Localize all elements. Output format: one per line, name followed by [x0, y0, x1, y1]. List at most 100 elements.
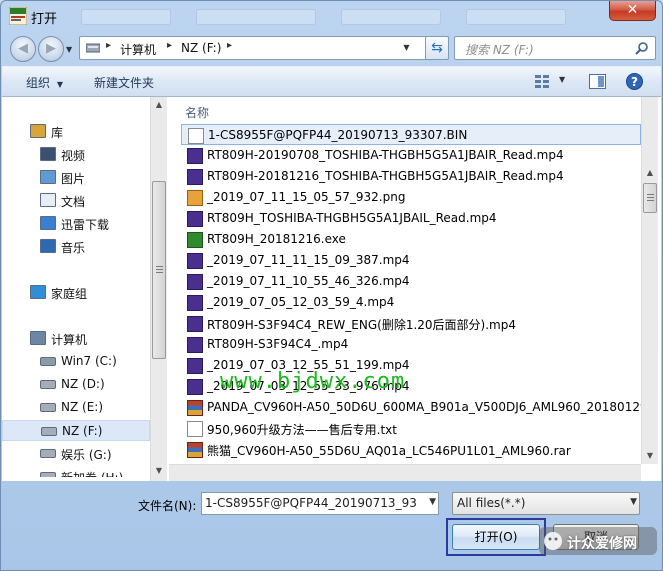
mp4-file-icon — [187, 316, 203, 332]
bin-file-icon — [188, 128, 204, 144]
help-icon[interactable]: ? — [626, 73, 643, 90]
nav-item-label: 迅雷下载 — [61, 218, 110, 232]
nav-item-12[interactable]: 娱乐 (G:) — [2, 443, 150, 464]
nav-item-label: 新加卷 (H:) — [61, 469, 123, 477]
nav-item-9[interactable]: NZ (D:) — [2, 374, 150, 395]
new-folder-button[interactable]: 新建文件夹 — [94, 74, 154, 91]
nav-item-11[interactable]: NZ (F:) — [2, 420, 150, 441]
column-header-name[interactable]: 名称 — [185, 104, 209, 121]
nav-item-10[interactable]: NZ (E:) — [2, 397, 150, 418]
nav-item-label: 娱乐 (G:) — [61, 448, 112, 462]
search-placeholder: 搜索 NZ (F:) — [465, 43, 534, 57]
file-name: 熊猫_CV960H-A50_55D6U_AQ01a_LC546PU1L01_AM… — [207, 444, 571, 458]
file-row[interactable]: RT809H_20181216.exe — [181, 229, 641, 250]
file-row[interactable]: RT809H-S3F94C4_.mp4 — [181, 334, 641, 355]
rar-file-icon — [187, 442, 203, 458]
mp4-file-icon — [187, 169, 203, 185]
file-row[interactable]: RT809H-20181216_TOSHIBA-THGBH5G5A1JBAIR_… — [181, 166, 641, 187]
nav-item-label: 音乐 — [61, 241, 86, 255]
breadcrumb-drive[interactable]: NZ (F:) — [181, 41, 221, 55]
window-title: 打开 — [31, 12, 58, 27]
nav-item-0[interactable]: 库 — [2, 121, 150, 142]
scroll-up-icon[interactable]: ▲ — [151, 97, 167, 113]
picture-icon — [40, 170, 56, 184]
nav-item-3[interactable]: 文档 — [2, 190, 150, 211]
recent-locations-dropdown[interactable]: ▼ — [66, 45, 72, 54]
view-options-icon[interactable] — [535, 75, 551, 89]
drive-icon — [40, 403, 56, 412]
scroll-down-icon[interactable]: ▼ — [642, 448, 658, 464]
file-row[interactable]: _2019_07_11_11_15_09_387.mp4 — [181, 250, 641, 271]
navigation-scrollbar[interactable]: ▲ ▼ — [150, 97, 167, 481]
file-row[interactable]: _2019_07_11_10_55_46_326.mp4 — [181, 271, 641, 292]
file-name: 950,960升级方法——售后专用.txt — [207, 423, 397, 437]
file-row[interactable]: _2019_07_05_12_03_59_4.mp4 — [181, 292, 641, 313]
content-area: 库视频图片文档迅雷下载音乐家庭组计算机 Win7 (C:) NZ (D:) NZ (E… — [2, 97, 661, 481]
breadcrumb-separator-icon[interactable]: ▸ — [106, 40, 111, 51]
refresh-button[interactable]: ⇆ — [425, 36, 449, 60]
drive-icon — [40, 449, 56, 458]
chevron-down-icon: ▼ — [630, 497, 637, 507]
nav-item-label: NZ (F:) — [62, 424, 103, 438]
file-row[interactable]: 950,960升级方法——售后专用.txt — [181, 418, 641, 439]
nav-item-label: 家庭组 — [51, 287, 88, 301]
chevron-down-icon: ▼ — [56, 80, 63, 89]
nav-item-label: 视频 — [61, 149, 86, 163]
nav-item-6[interactable]: 家庭组 — [2, 282, 150, 303]
rar-file-icon — [187, 400, 203, 416]
file-row[interactable]: PANDA_CV960H-A50_50D6U_600MA_B901a_V500D… — [181, 397, 641, 418]
scroll-down-icon[interactable]: ▼ — [151, 463, 167, 479]
horizontal-scrollbar[interactable] — [169, 464, 641, 481]
nav-item-5[interactable]: 音乐 — [2, 236, 150, 257]
scroll-up-icon[interactable]: ▲ — [642, 165, 658, 181]
nav-item-1[interactable]: 视频 — [2, 144, 150, 165]
nav-item-2[interactable]: 图片 — [2, 167, 150, 188]
drive-icon — [40, 380, 56, 389]
nav-item-7[interactable]: 计算机 — [2, 328, 150, 349]
file-row[interactable]: 1-CS8955F@PQFP44_20190713_93307.BIN — [181, 124, 641, 145]
mp4-file-icon — [187, 148, 203, 164]
filename-field[interactable]: 1-CS8955F@PQFP44_20190713_93307 ▼ — [201, 492, 439, 515]
file-list-scrollbar[interactable]: ▲ ▼ — [641, 97, 658, 464]
address-dropdown-icon[interactable]: ▼ — [398, 37, 415, 59]
watermark-badge-text: 计众爱修网 — [567, 536, 637, 552]
file-list: 名称 1-CS8955F@PQFP44_20190713_93307.BIN RT… — [169, 97, 641, 481]
file-name: RT809H_20181216.exe — [207, 232, 346, 246]
mp4-file-icon — [187, 358, 203, 374]
address-bar[interactable]: ▸ 计算机 ▸ NZ (F:) ▸ ▼ — [79, 36, 449, 60]
nav-item-13[interactable]: 新加卷 (H:) — [2, 466, 150, 477]
nav-item-label: 文档 — [61, 195, 86, 209]
nav-item-4[interactable]: 迅雷下载 — [2, 213, 150, 234]
search-input[interactable]: 搜索 NZ (F:) — [454, 36, 656, 60]
chevron-down-icon[interactable]: ▼ — [429, 497, 436, 507]
scroll-thumb[interactable] — [643, 183, 657, 213]
open-button[interactable]: 打开(O) — [452, 524, 540, 550]
file-row[interactable]: _2019_07_11_15_05_57_932.png — [181, 187, 641, 208]
file-type-select[interactable]: All files(*.*) ▼ — [452, 492, 640, 515]
close-button[interactable]: ✕ — [609, 1, 656, 21]
mp4-file-icon — [187, 295, 203, 311]
preview-pane-icon[interactable] — [589, 74, 606, 89]
title-bar[interactable]: 打开 ✕ — [1, 1, 662, 31]
file-row[interactable]: RT809H-20190708_TOSHIBA-THGBH5G5A1JBAIR_… — [181, 145, 641, 166]
drive-icon — [41, 427, 57, 436]
file-name: _2019_07_11_15_05_57_932.png — [207, 190, 406, 204]
breadcrumb-computer[interactable]: 计算机 — [120, 41, 156, 58]
nav-item-8[interactable]: Win7 (C:) — [2, 351, 150, 372]
organize-button[interactable]: 组织 ▼ — [26, 74, 63, 91]
file-row[interactable]: RT809H_TOSHIBA-THGBH5G5A1JBAIL_Read.mp4 — [181, 208, 641, 229]
mp4-file-icon — [187, 253, 203, 269]
breadcrumb-separator-icon[interactable]: ▸ — [167, 40, 172, 51]
file-row[interactable]: 熊猫_CV960H-A50_55D6U_AQ01a_LC546PU1L01_AM… — [181, 439, 641, 460]
view-dropdown-icon[interactable]: ▼ — [559, 75, 565, 84]
scroll-thumb[interactable] — [152, 181, 166, 359]
nav-item-label: 计算机 — [51, 333, 88, 347]
background-tab — [196, 9, 316, 25]
background-tab — [466, 9, 566, 25]
background-tab — [81, 9, 171, 25]
breadcrumb-separator-icon[interactable]: ▸ — [227, 40, 232, 51]
back-button[interactable]: ◀ — [10, 36, 36, 62]
forward-button[interactable]: ▶ — [38, 36, 64, 62]
file-name: RT809H-20181216_TOSHIBA-THGBH5G5A1JBAIR_… — [207, 169, 564, 183]
file-row[interactable]: RT809H-S3F94C4_REW_ENG(删除1.20后面部分).mp4 — [181, 313, 641, 334]
